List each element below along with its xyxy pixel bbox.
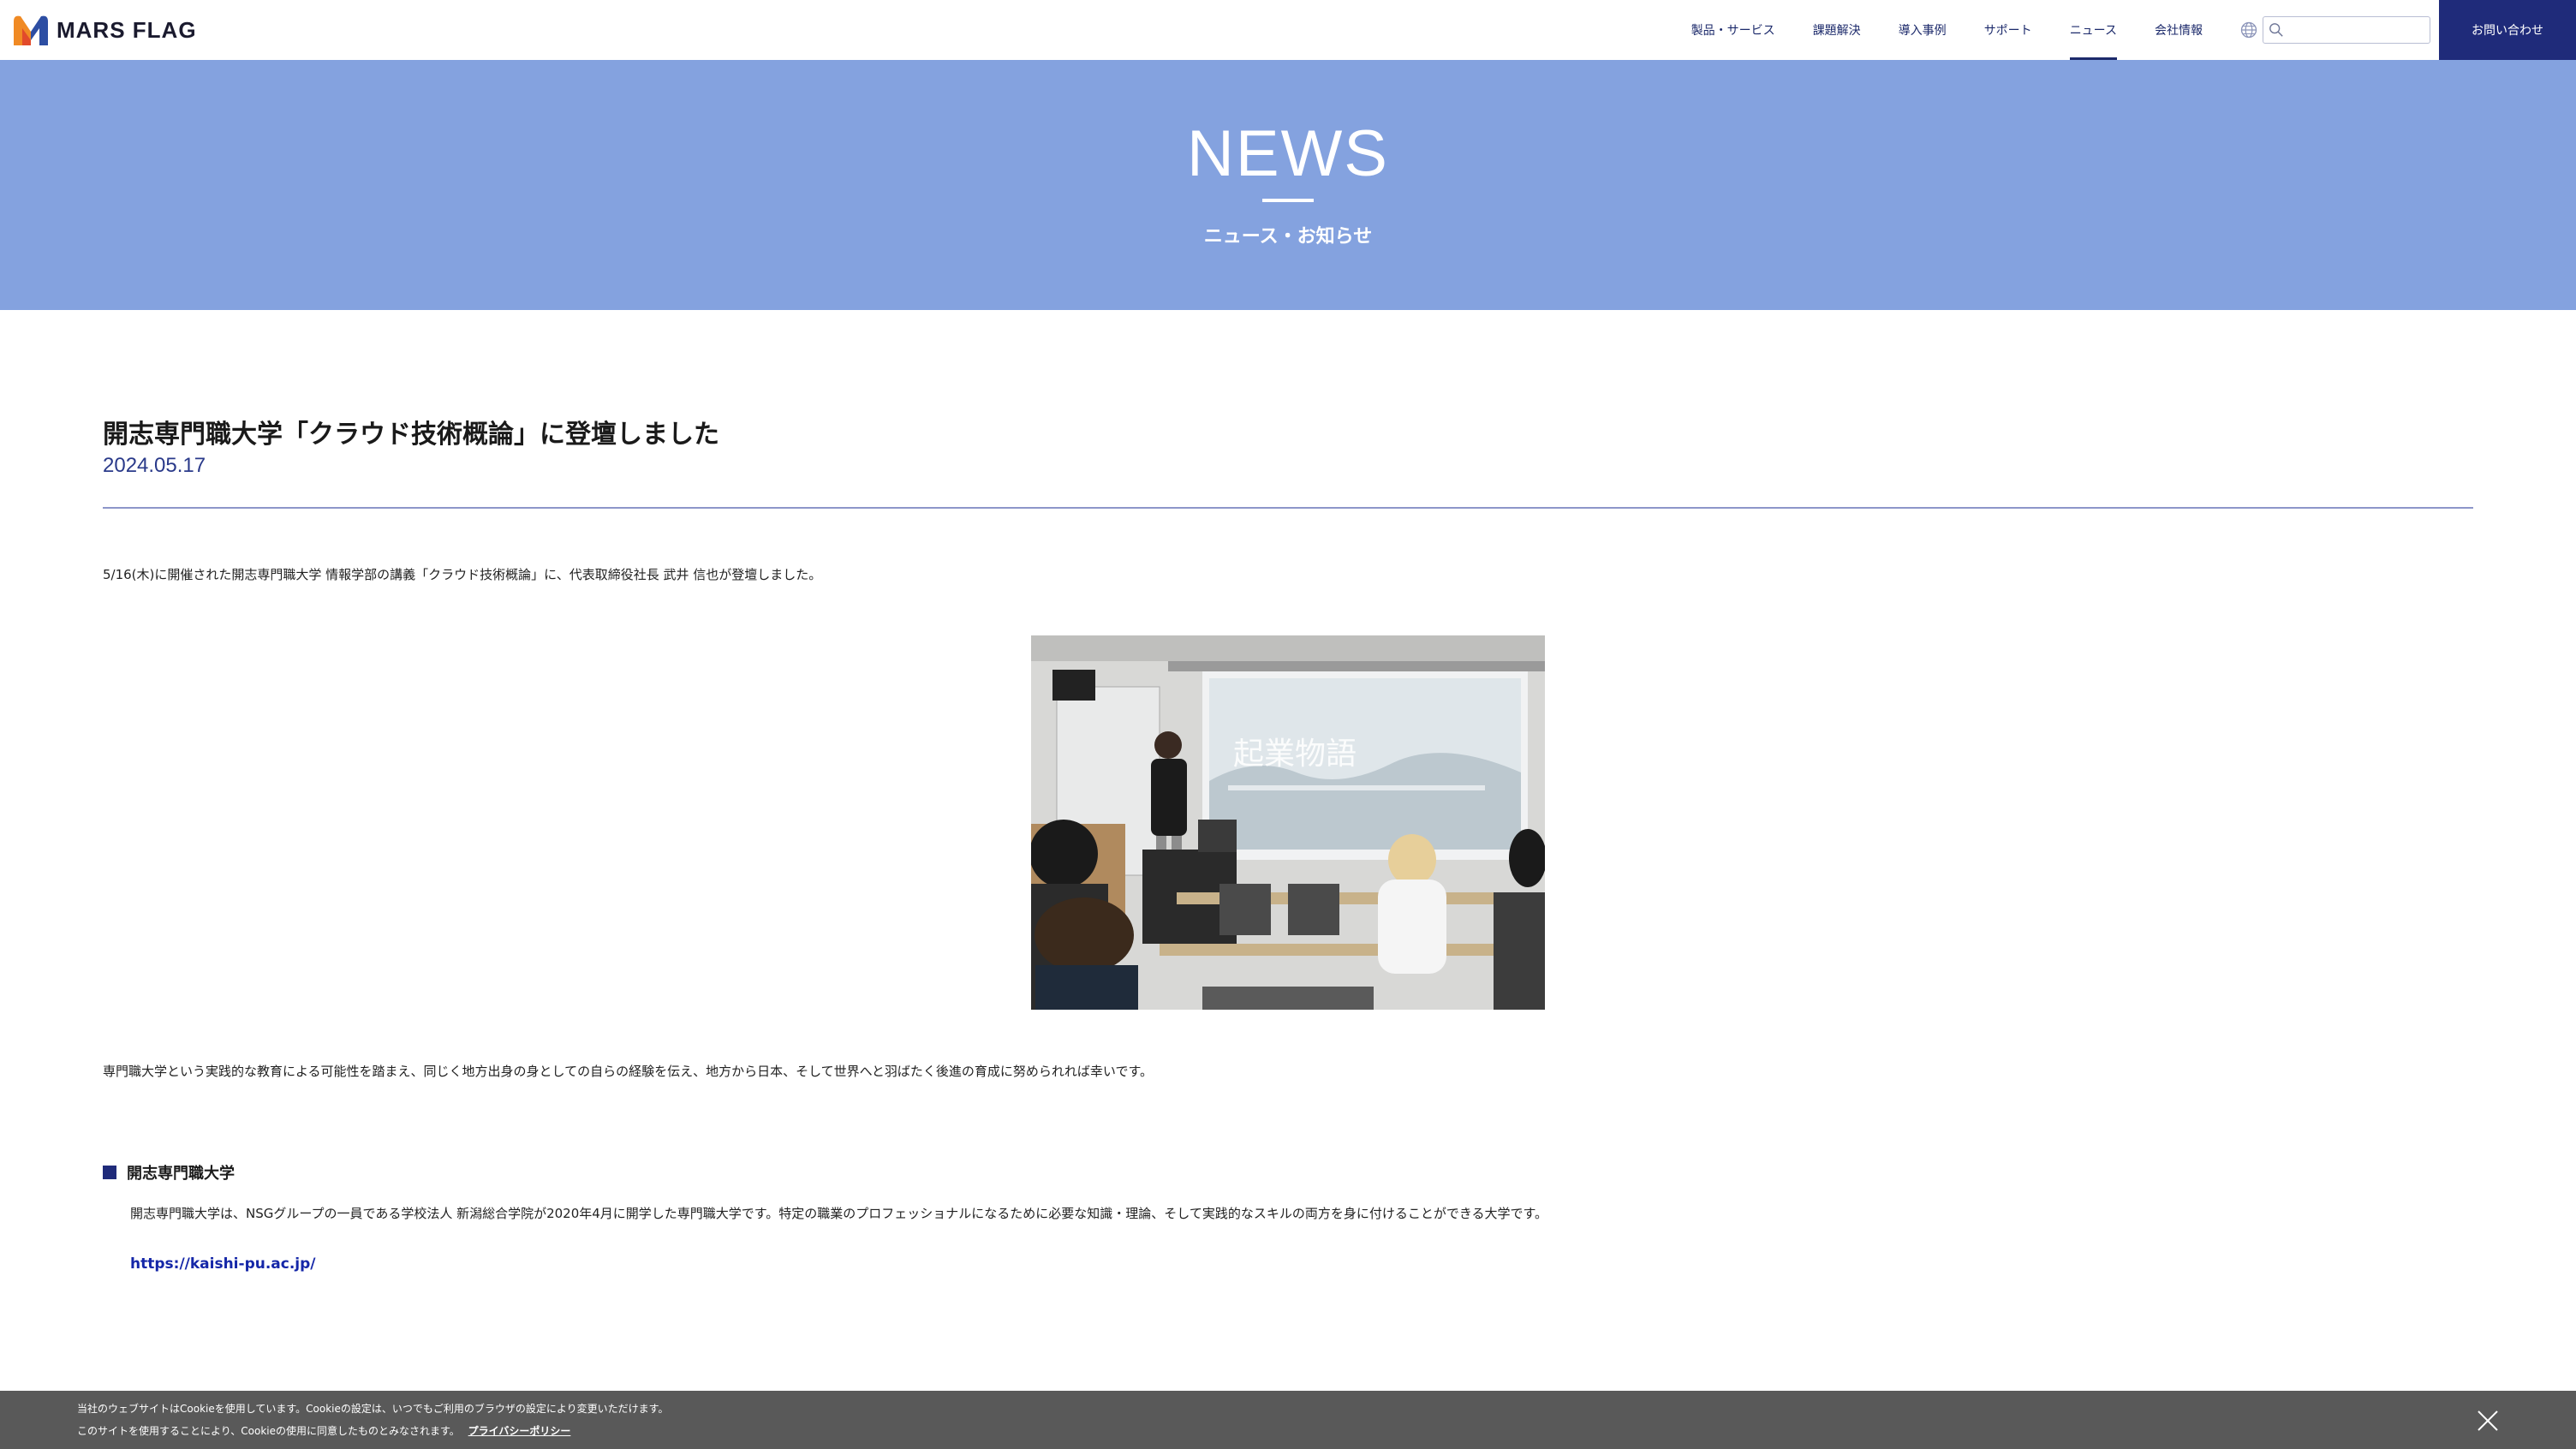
nav-item-products[interactable]: 製品・サービス <box>1673 0 1794 60</box>
nav-item-company[interactable]: 会社情報 <box>2136 0 2221 60</box>
hero-title: NEWS <box>1187 117 1389 190</box>
nav-item-support[interactable]: サポート <box>1965 0 2051 60</box>
news-hero-banner: NEWS ニュース・お知らせ <box>0 60 2576 310</box>
nav-item-solutions[interactable]: 課題解決 <box>1794 0 1880 60</box>
section-heading: 開志専門職大学 <box>103 1161 235 1184</box>
section-title: 開志専門職大学 <box>127 1165 235 1183</box>
site-logo[interactable]: MARS FLAG <box>12 12 197 48</box>
mars-flag-logo-icon <box>14 15 48 46</box>
article-divider <box>103 507 2473 509</box>
cookie-banner: 当社のウェブサイトはCookieを使用しています。Cookieの設定は、いつでも… <box>0 1391 2576 1449</box>
close-icon[interactable] <box>2477 1410 2499 1432</box>
main-nav: 製品・サービス 課題解決 導入事例 サポート ニュース 会社情報 お問い合わせ <box>1673 0 2576 60</box>
section-description: 開志専門職大学は、NSGグループの一員である学校法人 新潟総合学院が2020年4… <box>130 1206 1548 1221</box>
lecture-photo: 起業物語 <box>1031 635 1545 1010</box>
privacy-policy-link[interactable]: プライバシーポリシー <box>468 1425 571 1437</box>
cookie-notice-line1: 当社のウェブサイトはCookieを使用しています。Cookieの設定は、いつでも… <box>77 1403 669 1415</box>
brand-name: MARS FLAG <box>57 16 197 43</box>
nav-item-case-studies[interactable]: 導入事例 <box>1880 0 1965 60</box>
site-header: MARS FLAG 製品・サービス 課題解決 導入事例 サポート ニュース 会社… <box>0 0 2576 60</box>
nav-item-news[interactable]: ニュース <box>2051 0 2136 60</box>
globe-icon[interactable] <box>2240 21 2257 39</box>
lecture-photo-illustration: 起業物語 <box>1031 635 1545 1010</box>
university-link[interactable]: https://kaishi-pu.ac.jp/ <box>130 1255 316 1273</box>
hero-divider <box>1262 199 1314 202</box>
search-box <box>2263 16 2430 44</box>
cookie-consent-text: このサイトを使用することにより、Cookieの使用に同意したものとみなされます。 <box>77 1425 460 1437</box>
search-icon[interactable] <box>2269 21 2284 39</box>
hero-subtitle: ニュース・お知らせ <box>1203 226 1373 247</box>
cookie-notice-line2: このサイトを使用することにより、Cookieの使用に同意したものとみなされます。… <box>77 1423 570 1438</box>
article-lead-text: 5/16(木)に開催された開志専門職大学 情報学部の講義「クラウド技術概論」に、… <box>103 567 822 582</box>
article-date: 2024.05.17 <box>103 454 206 477</box>
screen-slide-text: 起業物語 <box>1233 736 1357 772</box>
article-body-text: 専門職大学という実践的な教育による可能性を踏まえ、同じく地方出身の身としての自ら… <box>103 1064 1153 1079</box>
search-input[interactable] <box>2289 18 2430 42</box>
article-title: 開志専門職大学「クラウド技術概論」に登壇しました <box>103 420 719 450</box>
contact-button[interactable]: お問い合わせ <box>2439 0 2576 60</box>
section-bullet-icon <box>103 1166 116 1179</box>
